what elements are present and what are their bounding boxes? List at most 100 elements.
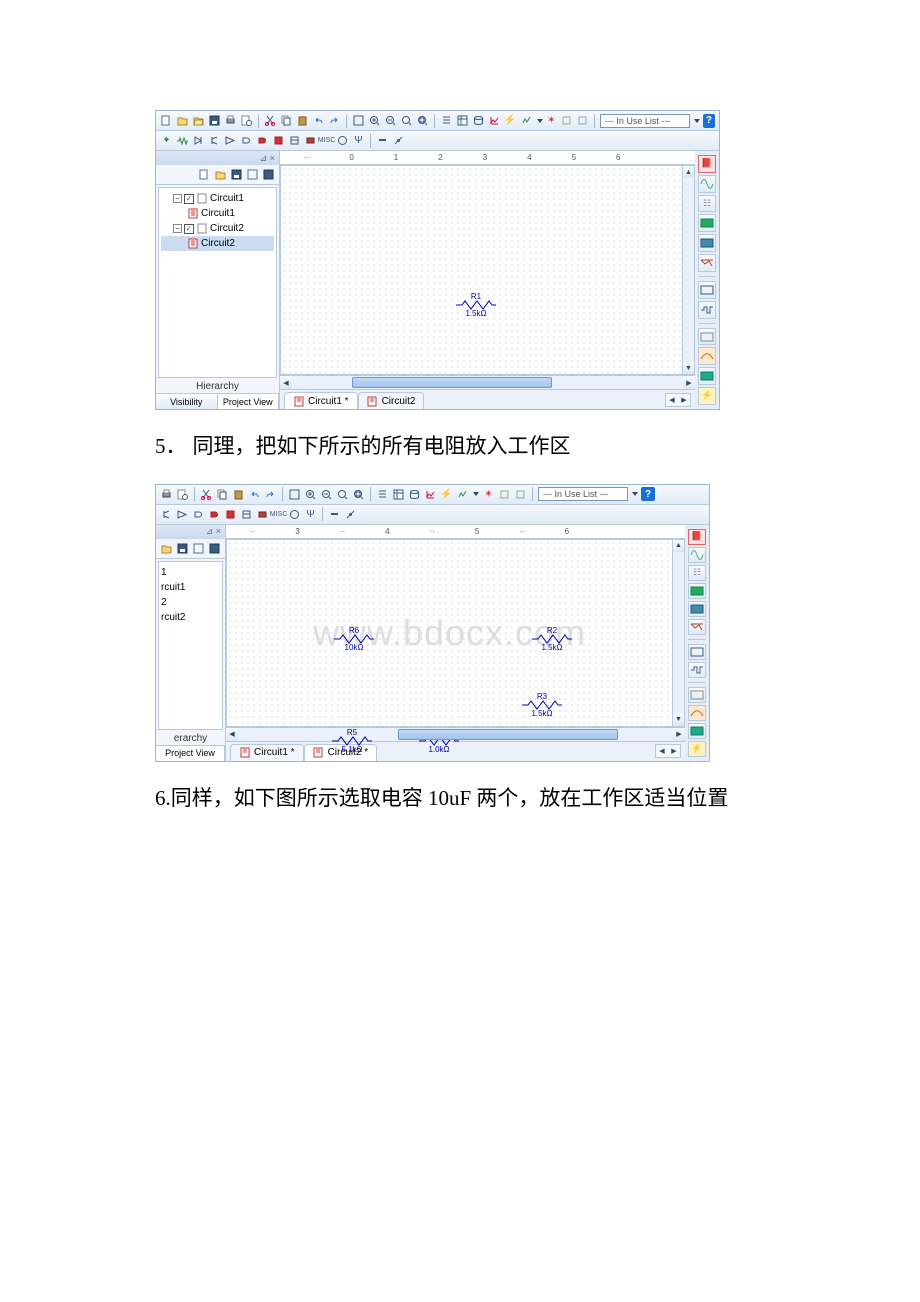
place-indicator-icon[interactable] (304, 134, 317, 147)
cut-icon[interactable] (264, 114, 277, 127)
vertical-scrollbar[interactable]: ▲ ▼ (682, 166, 694, 374)
place-rf-icon[interactable] (336, 134, 349, 147)
print-icon[interactable] (224, 114, 237, 127)
paste-icon[interactable] (232, 488, 245, 501)
tree-row[interactable]: 2 (161, 595, 220, 610)
open-icon[interactable] (214, 168, 227, 181)
tree-row-circuit1[interactable]: − ✓ Circuit1 (161, 191, 274, 206)
list-icon[interactable] (440, 114, 453, 127)
place-junction-icon[interactable] (392, 134, 405, 147)
zoom-area-icon[interactable] (336, 488, 349, 501)
place-analog-icon[interactable] (176, 508, 189, 521)
schematic-canvas[interactable]: R1 1.5kΩ (281, 166, 682, 374)
help-button[interactable]: ? (641, 487, 655, 501)
nav-left-icon[interactable]: ◀ (656, 745, 668, 757)
open-icon[interactable] (160, 542, 173, 555)
place-diode-icon[interactable] (192, 134, 205, 147)
window-icon[interactable] (246, 168, 259, 181)
folder-icon[interactable] (192, 114, 205, 127)
refresh-icon[interactable] (208, 542, 221, 555)
cut-icon[interactable] (200, 488, 213, 501)
new-file-icon[interactable] (160, 114, 173, 127)
scroll-up-icon[interactable]: ▲ (673, 540, 684, 552)
horizontal-scrollbar[interactable]: ◀ ▶ (280, 375, 695, 389)
save-icon[interactable] (208, 114, 221, 127)
analysis-dropdown-icon[interactable] (473, 492, 479, 496)
tree-row-circuit1-child[interactable]: Circuit1 (161, 206, 274, 221)
multimeter-icon[interactable]: 📕 (698, 155, 716, 173)
zoom-out-icon[interactable] (320, 488, 333, 501)
place-mixed-icon[interactable] (288, 134, 301, 147)
bode-plotter-icon[interactable] (698, 254, 716, 272)
refresh-icon[interactable] (262, 168, 275, 181)
lightning-icon[interactable]: ⚡ (440, 488, 453, 501)
spectrum-icon[interactable]: ⚡ (698, 387, 716, 405)
place-electromech-icon[interactable]: Ψ (352, 134, 365, 147)
nav-right-icon[interactable]: ▶ (678, 394, 690, 406)
copy-icon[interactable] (216, 488, 229, 501)
function-gen-icon[interactable] (698, 175, 716, 193)
component-r3[interactable]: R3 1.5kΩ (517, 692, 567, 718)
analysis-icon[interactable] (520, 114, 533, 127)
tab-circuit2[interactable]: Circuit2 (358, 392, 425, 409)
place-source-icon[interactable]: ✦ (160, 134, 173, 147)
tree-row[interactable]: 1 (161, 565, 220, 580)
iv-analyzer-icon[interactable] (698, 347, 716, 365)
four-ch-scope-icon[interactable] (688, 601, 706, 617)
place-cmos-icon[interactable] (208, 508, 221, 521)
collapse-icon[interactable]: − (173, 224, 182, 233)
place-analog-icon[interactable] (224, 134, 237, 147)
collapse-icon[interactable]: − (173, 194, 182, 203)
undo-icon[interactable] (312, 114, 325, 127)
place-misc-digital-icon[interactable] (224, 508, 237, 521)
scroll-right-icon[interactable]: ▶ (683, 376, 695, 389)
paste-icon[interactable] (296, 114, 309, 127)
grapher-icon[interactable] (488, 114, 501, 127)
analysis-dropdown-icon[interactable] (537, 119, 543, 123)
multimeter-icon[interactable]: 📕 (688, 529, 706, 545)
place-electromech-icon[interactable]: Ψ (304, 508, 317, 521)
place-misc-digital-icon[interactable] (272, 134, 285, 147)
doc-nav-arrows[interactable]: ◀▶ (665, 393, 691, 407)
in-use-list-dropdown[interactable]: --- In Use List --- (538, 487, 628, 501)
place-transistor-icon[interactable] (160, 508, 173, 521)
tab-project-view[interactable]: Project View (156, 746, 225, 761)
scroll-up-icon[interactable]: ▲ (683, 166, 694, 178)
component-r6[interactable]: R6 10kΩ (329, 626, 379, 652)
scroll-down-icon[interactable]: ▼ (673, 714, 684, 726)
place-ttl-icon[interactable] (240, 134, 253, 147)
tab-visibility[interactable]: Visibility (156, 394, 218, 409)
place-ttl-icon[interactable] (192, 508, 205, 521)
oscilloscope-icon[interactable] (698, 214, 716, 232)
back-annotate-icon[interactable] (514, 488, 527, 501)
distortion-icon[interactable] (698, 367, 716, 385)
redo-icon[interactable] (264, 488, 277, 501)
distortion-icon[interactable] (688, 723, 706, 739)
logic-converter-icon[interactable] (688, 687, 706, 703)
place-cmos-icon[interactable] (256, 134, 269, 147)
in-use-dropdown-icon[interactable] (632, 492, 638, 496)
save-icon-2[interactable] (230, 168, 243, 181)
zoom-fit-icon[interactable] (416, 114, 429, 127)
postprocessor-icon[interactable]: ✶ (546, 114, 557, 127)
undo-icon[interactable] (248, 488, 261, 501)
copy-icon[interactable] (280, 114, 293, 127)
place-misc-icon[interactable]: MISC (320, 134, 333, 147)
tree-row[interactable]: rcuit1 (161, 580, 220, 595)
elec-rules-icon[interactable] (498, 488, 511, 501)
help-button[interactable]: ? (703, 114, 715, 128)
scroll-left-icon[interactable]: ◀ (226, 728, 238, 741)
print-preview-icon[interactable] (240, 114, 253, 127)
scroll-right-icon[interactable]: ▶ (673, 728, 685, 741)
schematic-canvas[interactable]: www.bdocx.com R6 10kΩ R2 1.5kΩ R3 (227, 540, 672, 726)
hierarchy-tree[interactable]: − ✓ Circuit1 Circuit1 − ✓ Circuit2 (158, 187, 277, 378)
nav-left-icon[interactable]: ◀ (666, 394, 678, 406)
database-icon[interactable] (408, 488, 421, 501)
wattmeter-icon[interactable]: ☷ (698, 195, 716, 213)
oscilloscope-icon[interactable] (688, 583, 706, 599)
in-use-list-dropdown[interactable]: --- In Use List --- (600, 114, 690, 128)
nav-right-icon[interactable]: ▶ (668, 745, 680, 757)
elec-rules-icon[interactable] (560, 114, 573, 127)
tree-row-circuit2-child[interactable]: Circuit2 (161, 236, 274, 251)
open-file-icon[interactable] (176, 114, 189, 127)
